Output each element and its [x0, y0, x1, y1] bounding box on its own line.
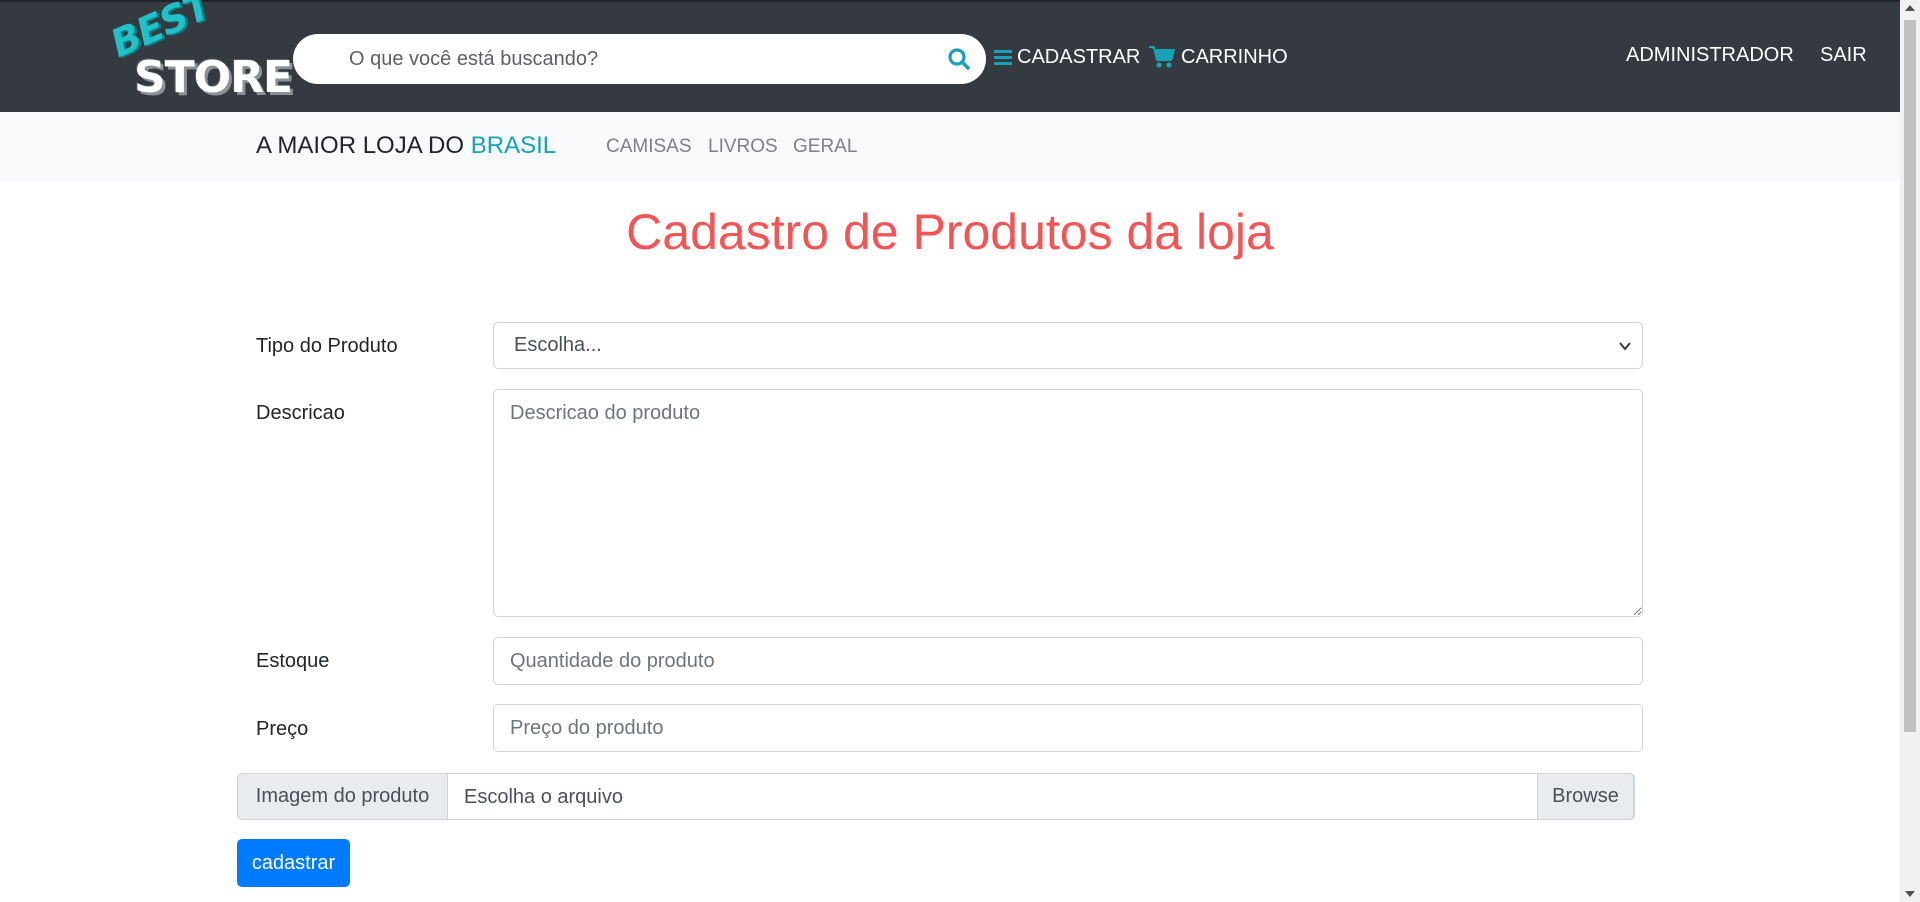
- nav-carrinho-label: CARRINHO: [1181, 45, 1288, 68]
- preco-label: Preço: [256, 718, 309, 740]
- scroll-down-arrow-icon[interactable]: [1905, 891, 1915, 897]
- nav-administrador-link[interactable]: ADMINISTRADOR: [1626, 40, 1794, 70]
- search-bar: [293, 34, 986, 84]
- descricao-textarea[interactable]: [493, 389, 1643, 617]
- top-navbar: BEST STORE CADASTRAR CARRINHO ADMINISTRA…: [0, 0, 1900, 112]
- search-icon[interactable]: [946, 46, 972, 72]
- nav-carrinho-link[interactable]: CARRINHO: [1148, 42, 1288, 72]
- scrollbar-thumb[interactable]: [1904, 20, 1916, 732]
- imagem-file-group: Imagem do produto Escolha o arquivo Brow…: [237, 773, 1635, 820]
- store-tagline[interactable]: A MAIOR LOJA DO BRASIL: [256, 132, 556, 160]
- tipo-produto-selected-value: Escolha...: [514, 334, 602, 356]
- nav-cadastrar-link[interactable]: CADASTRAR: [994, 42, 1140, 72]
- menu-icon: [994, 50, 1012, 65]
- tipo-produto-select[interactable]: Escolha...: [493, 322, 1643, 369]
- cart-icon: [1149, 46, 1175, 68]
- nav-sair-link[interactable]: SAIR: [1820, 40, 1867, 70]
- chevron-down-icon: [1619, 342, 1631, 351]
- descricao-label: Descricao: [256, 402, 345, 424]
- scroll-up-arrow-icon[interactable]: [1905, 5, 1915, 11]
- category-link-livros[interactable]: LIVROS: [708, 136, 778, 158]
- search-input[interactable]: [349, 34, 909, 84]
- browse-button[interactable]: Browse: [1537, 773, 1634, 820]
- page-scrollbar[interactable]: [1900, 0, 1920, 902]
- tagline-accent: BRASIL: [470, 132, 557, 159]
- tagline-prefix: A MAIOR LOJA DO: [256, 132, 471, 159]
- category-link-camisas[interactable]: CAMISAS: [606, 136, 692, 158]
- cadastrar-submit-button[interactable]: cadastrar: [237, 839, 350, 887]
- estoque-input[interactable]: [493, 637, 1643, 685]
- imagem-produto-label: Imagem do produto: [237, 773, 448, 820]
- imagem-file-input[interactable]: Escolha o arquivo Browse: [447, 773, 1635, 820]
- store-logo[interactable]: BEST STORE: [104, 0, 293, 103]
- estoque-label: Estoque: [256, 650, 330, 672]
- category-navbar: A MAIOR LOJA DO BRASIL CAMISAS LIVROS GE…: [0, 112, 1900, 182]
- preco-input[interactable]: [493, 704, 1643, 752]
- file-input-label: Escolha o arquivo: [464, 786, 623, 808]
- page-title: Cadastro de Produtos da loja: [626, 204, 1274, 260]
- category-link-geral[interactable]: GERAL: [793, 136, 857, 158]
- nav-cadastrar-label: CADASTRAR: [1017, 45, 1141, 68]
- tipo-produto-label: Tipo do Produto: [256, 335, 398, 357]
- logo-store-text: STORE: [134, 52, 293, 103]
